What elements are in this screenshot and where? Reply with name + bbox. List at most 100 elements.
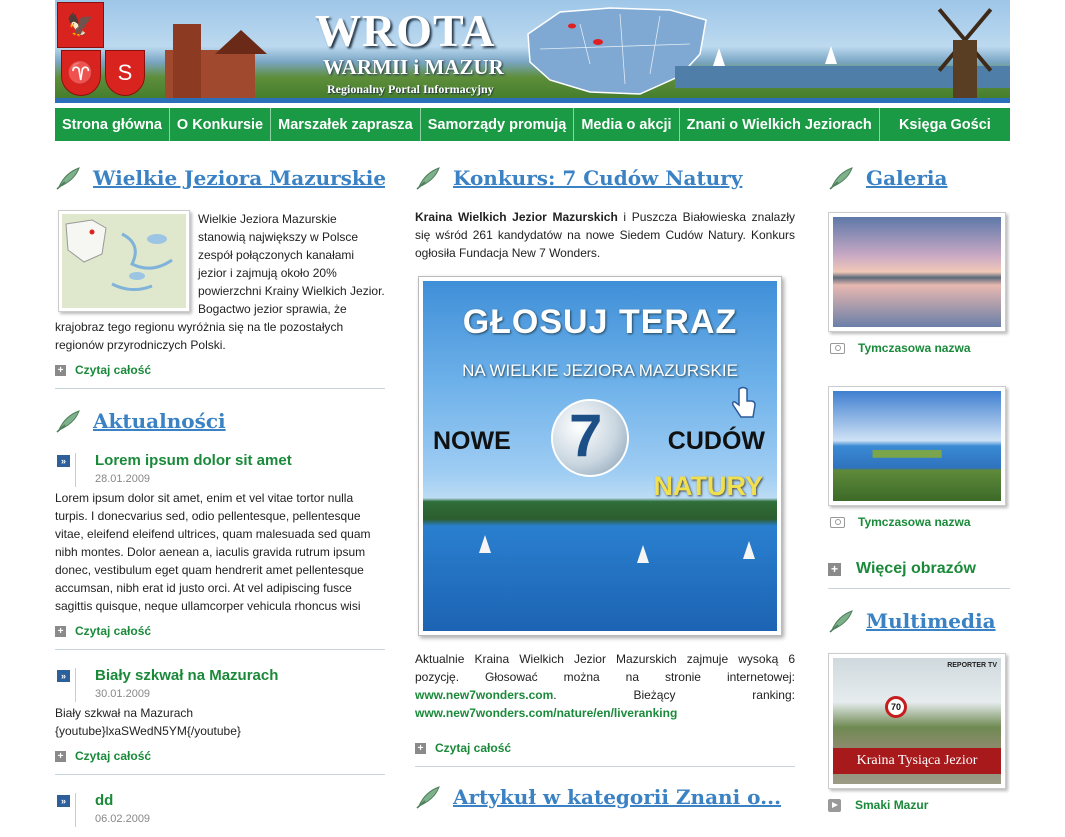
summer-lake-image [833, 391, 1001, 501]
gallery-thumbnail[interactable] [828, 386, 1006, 506]
site-subtitle: WARMII i MAZUR [323, 55, 504, 79]
news-body-line: {youtube}lxaSWedN5YM{/youtube} [55, 724, 241, 738]
quill-icon [416, 167, 440, 190]
nav-media[interactable]: Media o akcji [574, 108, 680, 141]
read-more-link[interactable]: + Czytaj całość [55, 623, 385, 639]
contest-status-text: Aktualnie Kraina Wielkich Jezior Mazursk… [415, 650, 795, 722]
vote-now-heading: GŁOSUJ TERAZ [462, 303, 738, 341]
news-item: » Biały szkwał na Mazurach 30.01.2009 [55, 666, 385, 702]
gallery-caption[interactable]: Tymczasowa nazwa [828, 514, 1010, 530]
ranking-label: . Bieżący ranking: [553, 688, 795, 702]
double-arrow-icon: » [57, 670, 70, 682]
lakes-intro: Wielkie Jeziora Mazurskie stanowią najwi… [55, 210, 385, 354]
castle-illustration [155, 10, 275, 100]
plus-icon: + [55, 750, 66, 762]
read-more-label: Czytaj całość [75, 624, 152, 638]
plus-icon: + [55, 364, 66, 376]
camera-icon [830, 342, 845, 354]
section-header: Konkurs: 7 Cudów Natury [415, 160, 795, 196]
section-header: Galeria [828, 160, 1010, 196]
news-item: » Lorem ipsum dolor sit amet 28.01.2009 [55, 451, 385, 487]
nav-marshal-invites[interactable]: Marszałek zaprasza [271, 108, 421, 141]
section-title-article[interactable]: Artykuł w kategorii Znani o... [453, 785, 781, 809]
news-body-line: Biały szkwał na Mazurach [55, 706, 194, 720]
gallery-caption[interactable]: Tymczasowa nazwa [828, 340, 1010, 356]
gallery-thumbnail[interactable] [828, 212, 1006, 332]
news-title[interactable]: Biały szkwał na Mazurach [95, 666, 385, 686]
section-header: Artykuł w kategorii Znani o... [415, 779, 795, 815]
quill-icon [416, 786, 440, 809]
gallery-caption-label: Tymczasowa nazwa [858, 341, 971, 355]
s-crest-icon: S [105, 50, 145, 96]
news-separator [75, 668, 76, 702]
video-overlay-title: Kraina Tysiąca Jezior [833, 748, 1001, 774]
read-more-label: Czytaj całość [75, 749, 152, 763]
nav-home[interactable]: Strona główna [55, 108, 170, 141]
hand-cursor-icon [732, 386, 756, 418]
video-thumbnail[interactable]: REPORTER TV 70 Kraina Tysiąca Jezior [828, 653, 1006, 789]
site-banner[interactable]: 🦅 ♈ S WROTA WARMII i MAZUR Regionalny Po… [55, 0, 1010, 103]
video-caption[interactable]: Smaki Mazur [828, 797, 1010, 813]
news-title[interactable]: Lorem ipsum dolor sit amet [95, 451, 385, 471]
lakes-map-thumbnail[interactable] [58, 210, 190, 312]
section-header: Aktualności [55, 403, 385, 439]
reporter-tv-logo: REPORTER TV [947, 662, 997, 669]
eagle-crest-icon: 🦅 [57, 2, 104, 48]
nav-famous-about-lakes[interactable]: Znani o Wielkich Jeziorach [680, 108, 880, 141]
new7wonders-link[interactable]: www.new7wonders.com [415, 688, 553, 702]
video-title-label: Smaki Mazur [855, 798, 929, 812]
goat-crest-icon: ♈ [61, 50, 101, 96]
quill-icon [56, 410, 80, 433]
news-title[interactable]: dd [95, 791, 385, 811]
read-more-label: Czytaj całość [435, 741, 512, 755]
sailboat-icon [637, 545, 649, 563]
nav-governments-promote[interactable]: Samorządy promują [421, 108, 575, 141]
news-separator [75, 793, 76, 827]
news-date: 06.02.2009 [95, 813, 151, 825]
double-arrow-icon: » [57, 455, 70, 467]
gallery-caption-label: Tymczasowa nazwa [858, 515, 971, 529]
contest-intro: Kraina Wielkich Jezior Mazurskich i Pusz… [415, 208, 795, 262]
contest-status-body: Aktualnie Kraina Wielkich Jezior Mazursk… [415, 652, 795, 684]
live-ranking-link[interactable]: www.new7wonders.com/nature/en/liverankin… [415, 706, 677, 720]
section-header: Multimedia [828, 603, 1010, 639]
windmill-illustration [925, 0, 1005, 100]
section-title-multimedia[interactable]: Multimedia [866, 609, 996, 633]
divider [55, 388, 385, 389]
middle-column: Konkurs: 7 Cudów Natury Kraina Wielkich … [415, 160, 795, 837]
contest-intro-bold: Kraina Wielkich Jezior Mazurskich [415, 210, 618, 224]
section-header: Wielkie Jeziora Mazurskie [55, 160, 385, 196]
sailboat-icon [713, 48, 725, 66]
read-more-label: Czytaj całość [75, 363, 152, 377]
section-title-contest[interactable]: Konkurs: 7 Cudów Natury [453, 166, 742, 190]
plus-icon: + [828, 562, 841, 576]
nav-about-contest[interactable]: O Konkursie [170, 108, 272, 141]
sailboat-icon [479, 535, 491, 553]
section-title-gallery[interactable]: Galeria [866, 166, 947, 190]
more-images-link[interactable]: + Więcej obrazów [828, 560, 1010, 578]
nav-guestbook[interactable]: Księga Gości [880, 108, 1010, 141]
read-more-link[interactable]: + Czytaj całość [55, 748, 385, 764]
news-body: Lorem ipsum dolor sit amet, enim et vel … [55, 491, 371, 613]
banner-word-bottom: NATURY [653, 471, 764, 501]
camera-icon [830, 516, 845, 528]
news-date: 30.01.2009 [95, 688, 151, 700]
divider [55, 774, 385, 775]
section-title-news[interactable]: Aktualności [93, 409, 226, 433]
site-title: WROTA [315, 5, 496, 56]
banner-word-right: CUDÓW [667, 427, 765, 455]
map-thumbnail-icon [62, 214, 186, 308]
read-more-link[interactable]: + Czytaj całość [415, 740, 795, 756]
more-images-label: Więcej obrazów [856, 560, 976, 577]
quill-icon [829, 167, 853, 190]
site-tagline: Regionalny Portal Informacyjny [327, 82, 494, 96]
divider [828, 588, 1010, 589]
banner-divider [55, 98, 1010, 103]
vote-now-banner[interactable]: GŁOSUJ TERAZ NA WIELKIE JEZIORA MAZURSKI… [418, 276, 782, 636]
divider [415, 766, 795, 767]
section-title-lakes[interactable]: Wielkie Jeziora Mazurskie [93, 166, 385, 190]
banner-word-left: NOWE [433, 427, 511, 455]
quill-icon [829, 610, 853, 633]
read-more-link[interactable]: + Czytaj całość [55, 362, 385, 378]
banner-numeral: 7 [569, 402, 603, 469]
